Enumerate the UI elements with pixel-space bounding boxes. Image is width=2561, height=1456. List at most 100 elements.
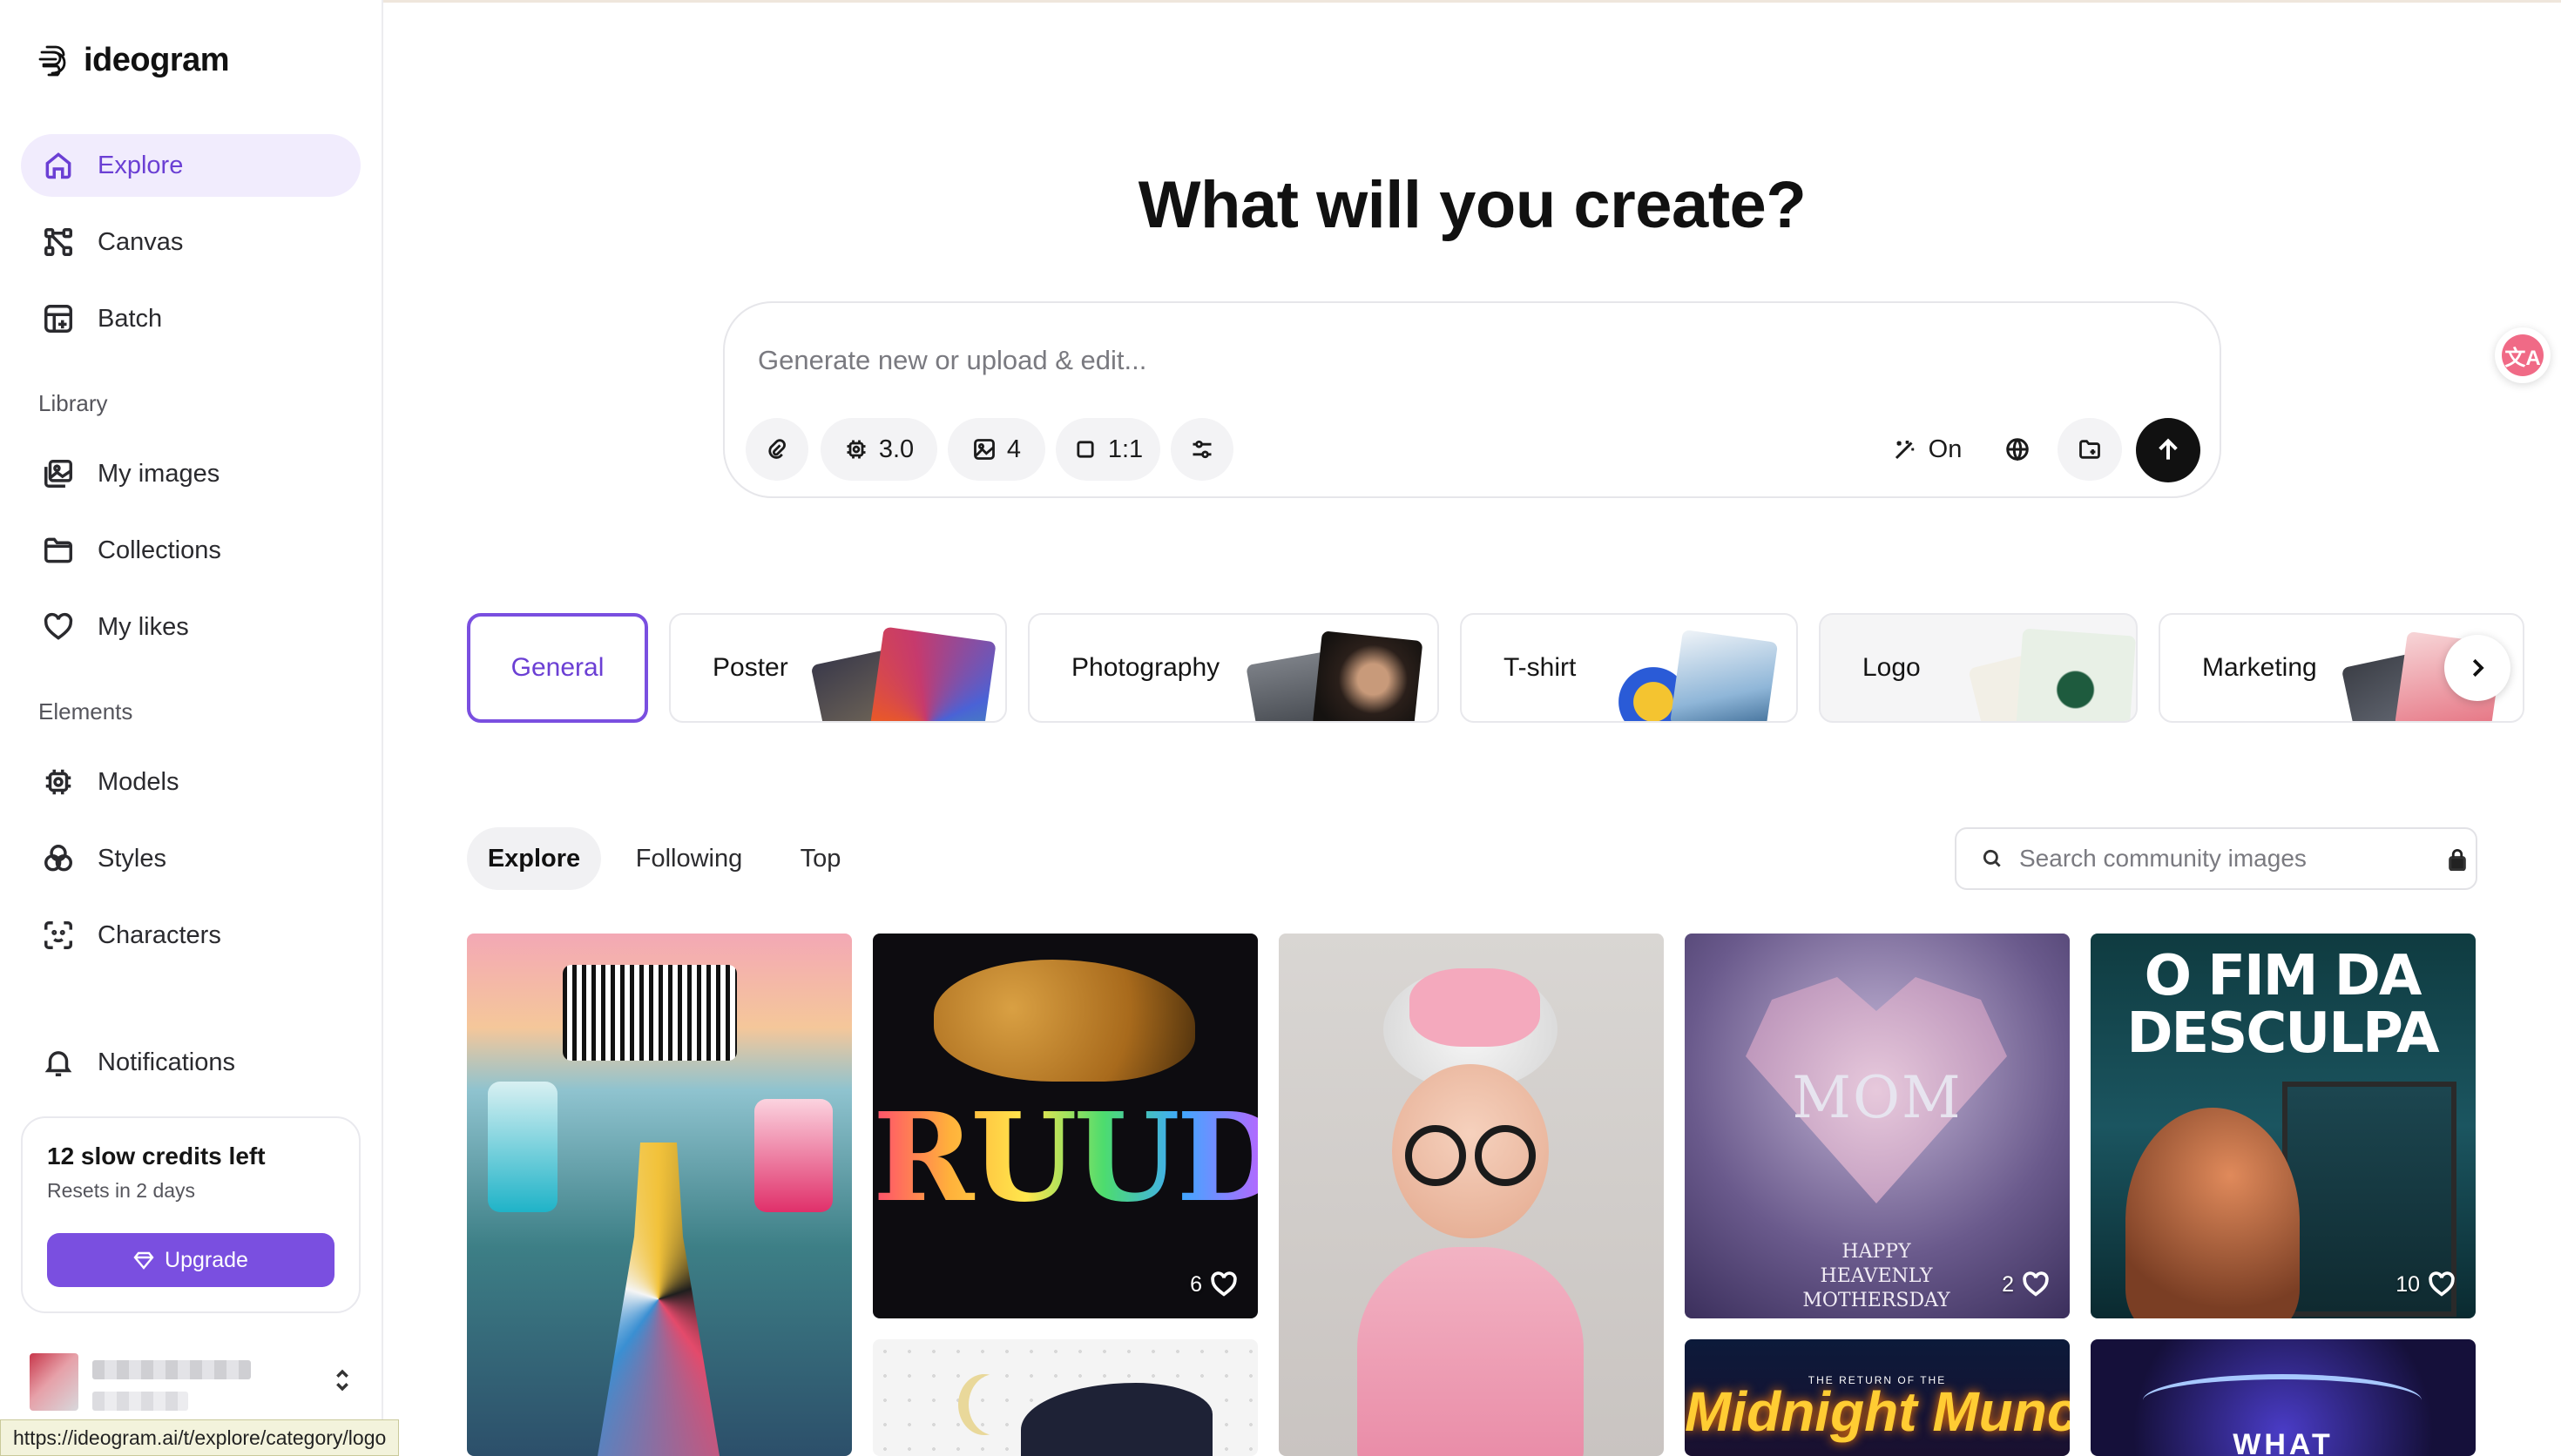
barcode-graphic (563, 965, 737, 1061)
dinosaur-graphic (1021, 1383, 1213, 1456)
like-button[interactable]: 6 (1190, 1270, 1239, 1299)
category-general[interactable]: General (467, 613, 648, 723)
sidebar-item-explore[interactable]: Explore (21, 134, 361, 197)
category-t-shirt[interactable]: T-shirt (1460, 613, 1798, 723)
sidebar-item-label: My images (98, 459, 220, 488)
aspect-ratio-button[interactable]: 1:1 (1056, 418, 1160, 481)
like-button[interactable]: 2 (2002, 1270, 2051, 1299)
card-title: O FIM DA DESCULPA (2126, 944, 2439, 1066)
prompt-box: 3.0 4 1:1 On (723, 301, 2221, 498)
feed-image-card[interactable] (873, 1339, 1258, 1456)
sidebar-item-label: Models (98, 767, 179, 796)
paperclip-icon (768, 439, 786, 459)
sidebar-item-my-images[interactable]: My images (21, 442, 361, 505)
character-icon (44, 921, 72, 949)
category-next-button[interactable] (2444, 635, 2510, 701)
upload-folder-button[interactable] (2058, 418, 2122, 481)
category-logo[interactable]: Logo (1819, 613, 2138, 723)
heart-icon (44, 612, 73, 640)
category-label: Photography (1071, 653, 1220, 682)
home-icon (45, 152, 71, 179)
model-version-button[interactable]: 3.0 (821, 418, 937, 481)
chevron-right-icon (2472, 658, 2484, 677)
moon-graphic (969, 1374, 1021, 1435)
community-search-input[interactable] (2019, 845, 2437, 873)
sidebar-item-batch[interactable]: Batch (21, 287, 361, 350)
image-icon (974, 439, 995, 460)
sidebar-item-my-likes[interactable]: My likes (21, 596, 361, 658)
attach-button[interactable] (746, 418, 808, 481)
user-menu[interactable] (26, 1348, 357, 1418)
arrow-up-icon (2159, 438, 2178, 460)
like-button[interactable]: 10 (2395, 1270, 2456, 1299)
magic-wand-icon (1895, 441, 1914, 460)
like-count: 2 (2002, 1271, 2014, 1297)
card-title: WHAT (2233, 1428, 2334, 1456)
status-bar-url: https://ideogram.ai/t/explore/category/l… (0, 1419, 400, 1456)
sidebar-item-characters[interactable]: Characters (21, 904, 361, 967)
image-count-button[interactable]: 4 (948, 418, 1045, 481)
tab-explore[interactable]: Explore (467, 827, 601, 890)
styles-icon (44, 845, 72, 872)
prompt-input[interactable] (758, 334, 2152, 387)
image-count-label: 4 (1006, 435, 1022, 463)
feed-image-card[interactable] (1279, 934, 1664, 1456)
search-icon (1983, 849, 2001, 867)
light-arc-graphic (2143, 1374, 2422, 1426)
category-photography[interactable]: Photography (1028, 613, 1439, 723)
upgrade-button[interactable]: Upgrade (47, 1233, 334, 1287)
perfume-bottle-graphic (754, 1099, 833, 1212)
settings-button[interactable] (1171, 418, 1233, 481)
perfume-bottle-graphic (488, 1082, 557, 1212)
diamond-icon (133, 1251, 154, 1270)
card-title: Midnight Munchies: (1685, 1380, 2070, 1443)
category-thumbnail (2015, 628, 2136, 721)
model-version-label: 3.0 (878, 435, 915, 463)
dress-graphic (1357, 1247, 1584, 1456)
credits-title: 12 slow credits left (47, 1143, 266, 1170)
folder-icon (44, 537, 72, 563)
sidebar: ideogram Explore Canvas Batch Library My… (0, 0, 383, 1456)
chip-icon (847, 440, 866, 459)
feed-image-card[interactable]: RUUD 6 (873, 934, 1258, 1318)
heart-icon (2023, 1271, 2049, 1297)
category-poster[interactable]: Poster (669, 613, 1007, 723)
sidebar-item-label: Collections (98, 536, 221, 564)
generate-button[interactable] (2136, 418, 2200, 482)
magic-prompt-toggle[interactable]: On (1883, 418, 1970, 481)
upgrade-button-label: Upgrade (165, 1247, 248, 1272)
sidebar-item-models[interactable]: Models (21, 751, 361, 813)
sidebar-item-label: Canvas (98, 227, 184, 256)
feed-image-card[interactable]: WHAT (2091, 1339, 2476, 1456)
sidebar-item-collections[interactable]: Collections (21, 519, 361, 582)
sliders-icon (1193, 440, 1212, 459)
feed-image-card[interactable]: MOM HAPPY HEAVENLY MOTHERSDAY 2 (1685, 934, 2070, 1318)
tab-top[interactable]: Top (782, 827, 859, 890)
sidebar-item-label: Styles (98, 844, 166, 873)
like-count: 10 (2395, 1271, 2420, 1297)
card-title: MOM (1792, 1064, 1963, 1131)
feed-image-card[interactable]: O FIM DA DESCULPA 10 (2091, 934, 2476, 1318)
category-label: Logo (1862, 653, 1921, 682)
translate-icon: 文A (2502, 334, 2544, 376)
chip-icon (45, 769, 71, 795)
card-title: RUUD (873, 1087, 1258, 1230)
sidebar-item-notifications[interactable]: Notifications (21, 1031, 361, 1094)
bow-graphic (1409, 968, 1540, 1047)
brand-logo[interactable]: ideogram (35, 38, 230, 82)
images-icon (44, 460, 72, 488)
sidebar-item-canvas[interactable]: Canvas (21, 211, 361, 273)
translate-extension-button[interactable]: 文A (2495, 327, 2551, 383)
category-label: Marketing (2202, 653, 2317, 682)
feed-image-card[interactable] (467, 934, 852, 1456)
tab-following[interactable]: Following (618, 827, 760, 890)
language-button[interactable] (1986, 418, 2049, 481)
community-search (1955, 827, 2477, 890)
sidebar-item-styles[interactable]: Styles (21, 827, 361, 890)
sidebar-item-label: Batch (98, 304, 163, 333)
feed-image-card[interactable]: THE RETURN OF THE Midnight Munchies: (1685, 1339, 2070, 1456)
leopard-graphic (934, 960, 1195, 1082)
heart-icon (1211, 1271, 1237, 1297)
top-border (0, 0, 2561, 3)
ideogram-logo-icon (38, 45, 66, 77)
